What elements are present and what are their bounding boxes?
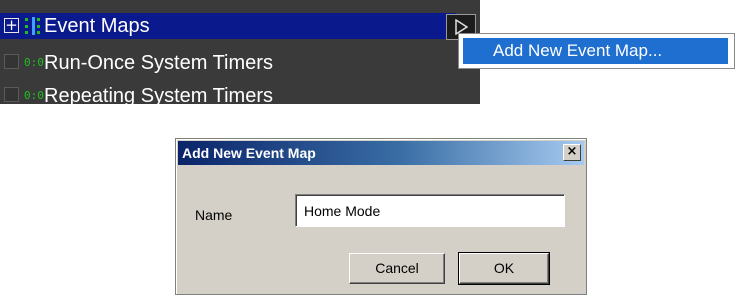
tree-panel: + Event Maps 0:0 Run-Once System Timers: [0, 0, 480, 104]
tree-item-label: Run-Once System Timers: [44, 52, 273, 74]
tree-checkbox[interactable]: [4, 54, 19, 69]
tree-checkbox[interactable]: [4, 87, 19, 102]
expand-plus-icon[interactable]: +: [4, 18, 19, 33]
dialog-title-bar[interactable]: Add New Event Map ×: [178, 141, 584, 165]
tree-item-repeating-system-timers[interactable]: 0:0 Repeating System Timers: [0, 83, 480, 104]
event-map-icon: [24, 16, 42, 36]
dialog-title: Add New Event Map: [182, 145, 316, 161]
screenshot-stage: + Event Maps 0:0 Run-Once System Timers: [0, 0, 735, 299]
name-label: Name: [195, 207, 233, 223]
close-button[interactable]: ×: [563, 144, 581, 161]
tree-item-label: Event Maps: [44, 15, 150, 37]
timer-icon: 0:0: [24, 56, 44, 69]
name-input[interactable]: [295, 194, 565, 227]
cancel-button[interactable]: Cancel: [349, 253, 445, 284]
add-event-map-dialog: Add New Event Map × Name Cancel OK: [175, 138, 587, 295]
timer-icon: 0:0: [24, 89, 44, 102]
ok-button[interactable]: OK: [458, 252, 550, 285]
tree-item-run-once-system-timers[interactable]: 0:0 Run-Once System Timers: [0, 50, 480, 76]
menu-item-add-new-event-map[interactable]: Add New Event Map...: [463, 38, 728, 64]
tree-item-event-maps[interactable]: + Event Maps: [0, 13, 456, 39]
context-menu: Add New Event Map...: [458, 33, 735, 69]
tree-item-label: Repeating System Timers: [44, 85, 273, 104]
